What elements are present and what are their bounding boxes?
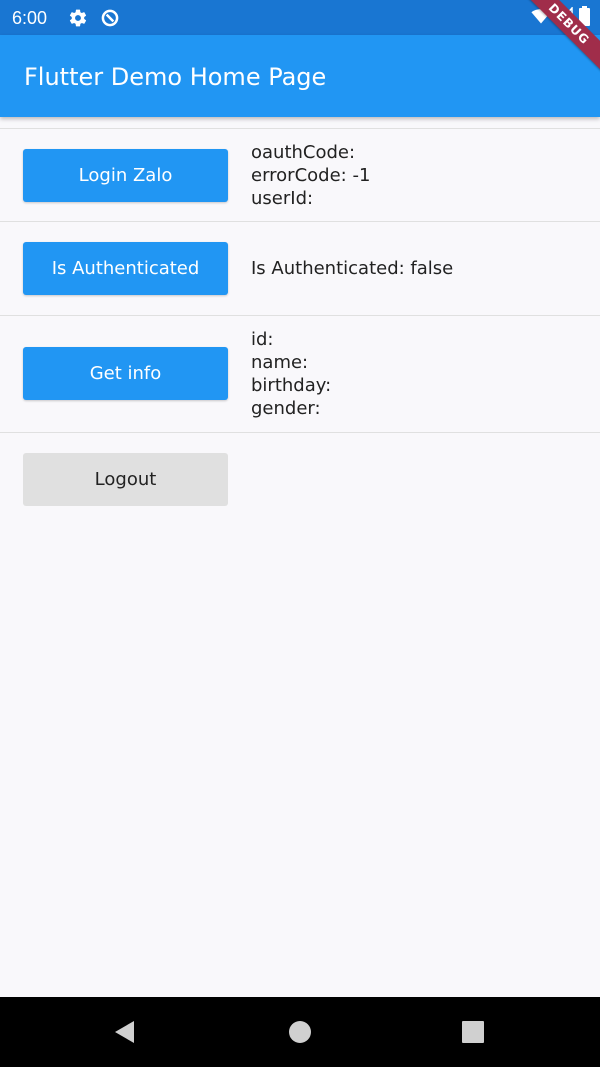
is-authenticated-button[interactable]: Is Authenticated (23, 242, 228, 295)
login-info: oauthCode: errorCode: -1 userId: (251, 141, 370, 210)
is-authenticated-text: Is Authenticated: false (251, 258, 454, 279)
get-info-button[interactable]: Get info (23, 347, 228, 400)
page-title: Flutter Demo Home Page (24, 63, 327, 91)
main-content: Login Zalo oauthCode: errorCode: -1 user… (0, 117, 600, 513)
app-bar: Flutter Demo Home Page (0, 35, 600, 117)
sync-icon (100, 8, 120, 28)
logout-row: Logout (0, 433, 600, 513)
login-zalo-button[interactable]: Login Zalo (23, 149, 228, 202)
logout-button[interactable]: Logout (23, 453, 228, 506)
login-row: Login Zalo oauthCode: errorCode: -1 user… (0, 129, 600, 221)
home-icon[interactable] (285, 1017, 315, 1047)
navigation-bar (0, 997, 600, 1067)
id-text: id: (251, 329, 274, 350)
gender-text: gender: (251, 398, 321, 419)
oauth-code-text: oauthCode: (251, 142, 356, 163)
auth-row: Is Authenticated Is Authenticated: false (0, 222, 600, 315)
status-bar: 6:00 (0, 0, 600, 35)
error-code-text: errorCode: -1 (251, 165, 371, 186)
user-info: id: name: birthday: gender: (251, 328, 331, 420)
user-id-text: userId: (251, 188, 314, 209)
back-icon[interactable] (110, 1017, 140, 1047)
recents-icon[interactable] (458, 1017, 488, 1047)
auth-info: Is Authenticated: false (251, 257, 453, 280)
gear-icon (68, 8, 88, 28)
info-row: Get info id: name: birthday: gender: (0, 316, 600, 432)
birthday-text: birthday: (251, 375, 332, 396)
name-text: name: (251, 352, 309, 373)
status-time: 6:00 (12, 8, 48, 28)
